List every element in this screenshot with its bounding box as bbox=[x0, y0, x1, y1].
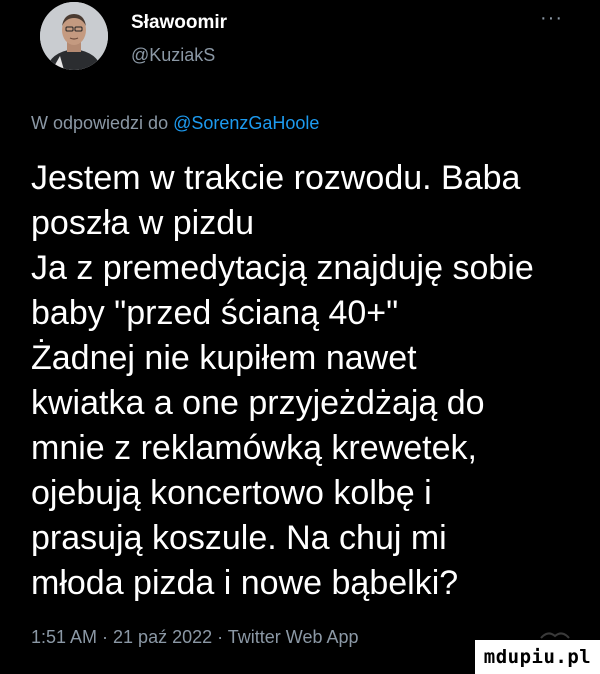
user-avatar[interactable] bbox=[40, 2, 108, 70]
author-handle[interactable]: @KuziakS bbox=[131, 45, 215, 66]
tweet-text: Jestem w trakcie rozwodu. Baba poszła w … bbox=[31, 159, 534, 602]
ellipsis-icon[interactable]: ··· bbox=[540, 8, 563, 28]
reply-mention-link[interactable]: @SorenzGaHoole bbox=[173, 113, 319, 133]
user-avatar-photo-icon bbox=[40, 2, 108, 70]
watermark-glyph-icon bbox=[540, 632, 570, 639]
reply-prefix: W odpowiedzi do bbox=[31, 113, 174, 133]
reply-context: W odpowiedzi do @SorenzGaHoole bbox=[31, 113, 319, 134]
tweet-timestamp[interactable]: 1:51 AM · 21 paź 2022 · Twitter Web App bbox=[31, 627, 359, 648]
author-display-name[interactable]: Sławoomir bbox=[131, 12, 227, 34]
watermark-logo: mdupiu.pl bbox=[475, 640, 600, 674]
tweet-card: Sławoomir @KuziakS ··· W odpowiedzi do @… bbox=[0, 0, 600, 674]
